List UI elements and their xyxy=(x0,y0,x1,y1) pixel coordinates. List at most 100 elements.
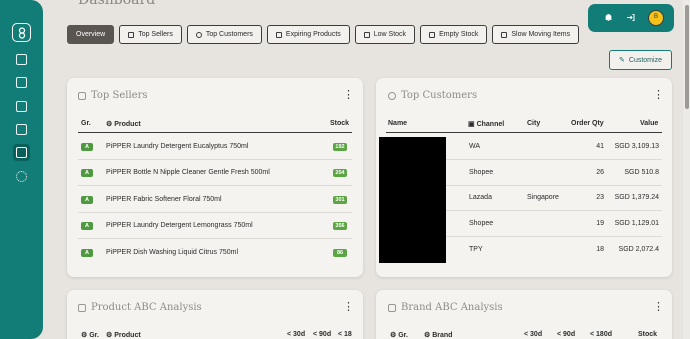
city-cell: Singapore xyxy=(527,194,559,201)
bell-icon[interactable] xyxy=(604,13,613,22)
stock-badge: 86 xyxy=(333,249,347,257)
tab-overview[interactable]: Overview xyxy=(67,25,115,44)
no-stock-icon xyxy=(363,31,370,38)
col-header-city[interactable]: City xyxy=(527,120,540,127)
tab-label: Slow Moving Items xyxy=(511,31,571,38)
gear-icon[interactable] xyxy=(16,171,27,182)
grade-badge: A xyxy=(81,249,93,257)
trophy-icon xyxy=(78,91,86,100)
sidebar xyxy=(0,0,43,339)
checkbox-icon xyxy=(78,303,86,312)
card-title-text: Brand ABC Analysis xyxy=(401,302,503,313)
grade-badge: A xyxy=(81,196,93,204)
customize-button[interactable]: ✎ Customize xyxy=(609,50,672,70)
col-header-value[interactable]: Value xyxy=(640,120,658,127)
tab-expiring-products[interactable]: Expiring Products xyxy=(266,25,350,44)
col-header-channel[interactable]: ▣ Channel xyxy=(468,120,504,128)
tab-label: Top Customers xyxy=(205,31,253,38)
row-divider xyxy=(78,185,352,186)
brand-abc-menu-icon[interactable]: ⋮ xyxy=(653,302,664,313)
product-name[interactable]: PiPPER Dish Washing Liquid Citrus 750ml xyxy=(106,249,238,256)
tab-label: Overview xyxy=(76,31,106,38)
tab-label: Empty Stock xyxy=(439,31,479,38)
top-sellers-menu-icon[interactable]: ⋮ xyxy=(343,90,354,101)
order-qty-cell: 23 xyxy=(596,194,604,201)
product-name[interactable]: PiPPER Laundry Detergent Eucalyptus 750m… xyxy=(106,143,248,150)
card-title-text: Product ABC Analysis xyxy=(91,302,202,313)
channel-cell: Lazada xyxy=(469,194,492,201)
tab-top-customers[interactable]: Top Customers xyxy=(186,25,262,44)
card-title-text: Top Customers xyxy=(401,90,478,101)
row-divider xyxy=(78,238,352,239)
row-divider xyxy=(78,159,352,160)
col-header-90d[interactable]: < 90d xyxy=(557,331,575,338)
col-header-grade-label: Gr. xyxy=(89,332,99,339)
product-name[interactable]: PiPPER Laundry Detergent Lemongrass 750m… xyxy=(106,222,253,229)
tab-label: Low Stock xyxy=(373,31,407,38)
col-header-product-label: Product xyxy=(114,332,141,339)
tab-label: Top Sellers xyxy=(138,31,173,38)
tab-label: Expiring Products xyxy=(285,31,341,38)
app-logo-icon[interactable] xyxy=(12,23,31,42)
logout-icon[interactable] xyxy=(626,13,635,22)
col-header-channel-label: Channel xyxy=(476,121,505,128)
smile-icon xyxy=(195,31,202,38)
sidebar-item-dashboard-icon[interactable] xyxy=(16,54,27,65)
col-header-90d[interactable]: < 90d xyxy=(313,331,331,338)
stock-badge: 356 xyxy=(333,222,347,230)
product-name[interactable]: PiPPER Bottle N Nipple Cleaner Gentle Fr… xyxy=(106,169,270,176)
col-header-grade-label: Gr. xyxy=(398,332,408,339)
product-abc-title: Product ABC Analysis xyxy=(78,302,202,313)
smile-icon xyxy=(388,91,396,100)
stock-badge: 204 xyxy=(333,169,347,177)
col-header-name[interactable]: Name xyxy=(388,120,407,127)
grade-badge: A xyxy=(81,143,93,151)
col-header-product-label: Product xyxy=(114,121,141,128)
page-title: Dashboard xyxy=(78,0,156,8)
row-divider xyxy=(78,212,352,213)
sidebar-item-apps-icon[interactable] xyxy=(16,124,27,135)
col-header-grade[interactable]: ⚙ Gr. xyxy=(390,331,408,339)
value-cell: SGD 510.8 xyxy=(624,169,659,176)
stock-badge: 301 xyxy=(333,196,347,204)
tab-slow-moving-items[interactable]: Slow Moving Items xyxy=(492,25,580,44)
col-header-brand[interactable]: ⚙ Brand xyxy=(424,331,452,339)
col-header-product[interactable]: ⚙ Product xyxy=(106,331,141,339)
order-qty-cell: 18 xyxy=(596,246,604,253)
sidebar-item-orders-icon[interactable] xyxy=(16,77,27,88)
stock-badge: 192 xyxy=(333,143,347,151)
col-header-30d[interactable]: < 30d xyxy=(524,331,542,338)
redacted-names-block xyxy=(379,137,446,263)
tab-empty-stock[interactable]: Empty Stock xyxy=(420,25,488,44)
tab-low-stock[interactable]: Low Stock xyxy=(354,25,416,44)
col-header-grade[interactable]: ⚙ Gr. xyxy=(81,331,99,339)
avatar[interactable]: B xyxy=(648,10,664,26)
col-header-product[interactable]: ⚙ Product xyxy=(106,120,141,128)
top-sellers-title: Top Sellers xyxy=(78,90,148,101)
col-header-order-qty[interactable]: Order Qty xyxy=(571,120,604,127)
col-header-30d[interactable]: < 30d xyxy=(287,331,305,338)
top-action-bar: B xyxy=(588,4,674,32)
header-divider xyxy=(78,132,352,133)
grade-badge: A xyxy=(81,222,93,230)
col-header-18[interactable]: < 18 xyxy=(338,331,352,338)
header-divider xyxy=(386,132,662,133)
col-header-grade[interactable]: Gr. xyxy=(81,120,91,127)
order-qty-cell: 19 xyxy=(596,220,604,227)
channel-cell: TPY xyxy=(469,246,483,253)
col-header-stock[interactable]: Stock xyxy=(330,120,349,127)
hourglass-icon xyxy=(275,31,282,38)
value-cell: SGD 1,129.01 xyxy=(614,220,659,227)
tab-top-sellers[interactable]: Top Sellers xyxy=(119,25,182,44)
reports-icon xyxy=(16,147,27,158)
col-header-180d[interactable]: < 180d xyxy=(590,331,612,338)
sidebar-item-products-icon[interactable] xyxy=(16,101,27,112)
value-cell: SGD 3,109.13 xyxy=(614,143,659,150)
product-name[interactable]: PiPPER Fabric Softener Floral 750ml xyxy=(106,196,222,203)
col-header-stock[interactable]: Stock xyxy=(638,331,657,338)
scrollbar-thumb[interactable] xyxy=(685,5,689,109)
tab-bar: Overview Top Sellers Top Customers Expir… xyxy=(67,25,580,44)
product-abc-menu-icon[interactable]: ⋮ xyxy=(343,302,354,313)
channel-cell: WA xyxy=(469,143,481,150)
top-customers-menu-icon[interactable]: ⋮ xyxy=(653,90,664,101)
